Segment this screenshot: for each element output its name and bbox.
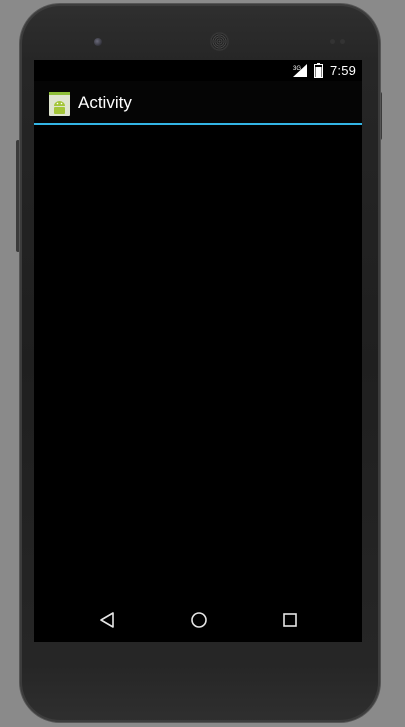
- light-sensor: [340, 39, 345, 44]
- navigation-bar: [34, 596, 362, 642]
- action-bar: Activity: [34, 81, 362, 125]
- status-bar: 3G 7:59: [34, 60, 362, 81]
- back-button[interactable]: [92, 606, 122, 634]
- back-triangle-icon: [100, 612, 114, 628]
- network-type-label: 3G: [293, 66, 301, 72]
- earpiece-speaker: [211, 33, 228, 50]
- proximity-sensor: [330, 39, 335, 44]
- device-screen: 3G 7:59 Activity: [34, 60, 362, 642]
- recents-button[interactable]: [275, 606, 305, 634]
- cell-signal-icon: 3G: [293, 64, 307, 77]
- battery-icon: [314, 63, 323, 78]
- activity-content: [34, 125, 362, 596]
- home-button[interactable]: [184, 606, 214, 634]
- recents-square-icon: [283, 613, 297, 627]
- android-app-icon[interactable]: [49, 92, 70, 116]
- front-camera: [94, 38, 102, 46]
- emulator-backdrop: 3G 7:59 Activity: [0, 0, 405, 727]
- status-clock: 7:59: [330, 63, 357, 78]
- home-circle-icon: [191, 612, 207, 628]
- page-title: Activity: [78, 93, 132, 112]
